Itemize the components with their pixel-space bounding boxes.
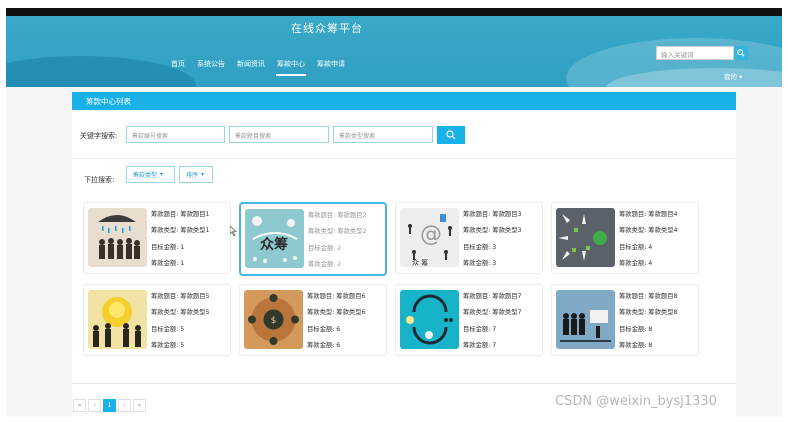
at-sign-people-image: @ 众 筹 — [400, 208, 459, 267]
card-type: 筹款类型: 筹款类型3 — [463, 227, 522, 235]
pagination-page-button[interactable]: 1 — [103, 399, 116, 412]
svg-text:$: $ — [271, 316, 277, 326]
keyword-search-label: 关键字搜索: — [80, 132, 118, 140]
header-search-input[interactable]: 输入关键词 — [656, 46, 734, 60]
card-raised: 筹款金额: 4 — [619, 259, 653, 267]
card-raised: 筹款金额: 3 — [463, 259, 497, 267]
fund-card[interactable]: 筹款题目: 筹款题目8 筹款类型: 筹款类型8 目标金额: 8 筹款金额: 8 — [551, 284, 699, 356]
search-icon — [737, 49, 745, 57]
card-title: 筹款题目: 筹款题目7 — [463, 293, 522, 300]
rain-crowd-image — [88, 208, 147, 267]
card-target: 目标金额: 5 — [151, 325, 185, 333]
card-raised: 筹款金额: 1 — [151, 259, 185, 267]
svg-text:@: @ — [420, 222, 442, 247]
card-title: 筹款题目: 筹款题目8 — [619, 293, 678, 300]
card-raised: 筹款金额: 8 — [619, 341, 653, 349]
card-type: 筹款类型: 筹款类型5 — [151, 309, 210, 317]
mouse-cursor-icon — [229, 221, 237, 240]
crowd-screen-image — [556, 290, 615, 349]
section-header: 筹款中心列表 — [72, 92, 736, 110]
main-nav: 首页 系统公告 新闻资讯 筹款中心 筹款申请 — [170, 59, 346, 76]
card-target: 目标金额: 7 — [463, 325, 497, 333]
card-type: 筹款类型: 筹款类型8 — [619, 309, 678, 317]
pagination-first-button[interactable]: « — [73, 399, 86, 412]
fund-type-search-input[interactable]: 筹款类型搜索 — [333, 126, 433, 143]
nav-announcements[interactable]: 系统公告 — [196, 59, 226, 76]
fund-card[interactable]: $ 筹款题目: 筹款题目6 筹款类型: 筹款类型6 目标金额: 6 筹款金额: … — [239, 284, 387, 356]
sort-dropdown[interactable]: 排序 ▾ — [179, 166, 213, 183]
card-raised: 筹款金额: 7 — [463, 341, 497, 349]
svg-text:众筹: 众筹 — [260, 236, 288, 253]
fund-card[interactable]: 筹款题目: 筹款题目5 筹款类型: 筹款类型5 目标金额: 5 筹款金额: 5 — [83, 284, 231, 356]
pagination-next-button[interactable]: › — [118, 399, 131, 412]
site-header: 在线众筹平台 首页 系统公告 新闻资讯 筹款中心 筹款申请 输入关键词 我的 ▾ — [6, 16, 782, 87]
pagination-prev-button[interactable]: ‹ — [88, 399, 101, 412]
card-type: 筹款类型: 筹款类型1 — [151, 227, 210, 235]
card-title: 筹款题目: 筹款题目1 — [151, 211, 210, 218]
header-search-button[interactable] — [734, 46, 748, 60]
card-type: 筹款类型: 筹款类型4 — [619, 227, 678, 235]
card-target: 目标金额: 4 — [619, 243, 653, 251]
site-title: 在线众筹平台 — [291, 22, 363, 35]
card-type: 筹款类型: 筹款类型6 — [307, 309, 366, 317]
card-raised: 筹款金额: 5 — [151, 341, 185, 349]
nav-news[interactable]: 新闻资讯 — [236, 59, 266, 76]
fund-card[interactable]: 筹款题目: 筹款题目4 筹款类型: 筹款类型4 目标金额: 4 筹款金额: 4 — [551, 202, 699, 274]
card-raised: 筹款金额: 2 — [308, 260, 342, 268]
money-bag-circle-image: $ — [244, 290, 303, 349]
nav-fundraising-apply[interactable]: 筹款申请 — [316, 59, 346, 76]
fund-title-search-input[interactable]: 筹款题目搜索 — [229, 126, 329, 143]
nav-fundraising-center[interactable]: 筹款中心 — [276, 59, 306, 76]
fund-id-search-input[interactable]: 筹款编号搜索 — [126, 126, 225, 143]
card-target: 目标金额: 2 — [308, 244, 342, 252]
svg-text:众 筹: 众 筹 — [412, 258, 428, 267]
fund-card[interactable]: 众筹 筹款题目: 筹款题目2 筹款类型: 筹款类型2 目标金额: 2 筹款金额:… — [239, 202, 387, 276]
hands-money-image — [556, 208, 615, 267]
watermark-text: CSDN @weixin_bysj1330 — [555, 394, 717, 409]
nav-home[interactable]: 首页 — [170, 59, 186, 76]
pagination-last-button[interactable]: » — [133, 399, 146, 412]
card-title: 筹款题目: 筹款题目6 — [307, 293, 366, 300]
fund-card[interactable]: 筹款题目: 筹款题目7 筹款类型: 筹款类型7 目标金额: 7 筹款金额: 7 — [395, 284, 543, 356]
section-title: 筹款中心列表 — [86, 97, 131, 106]
card-title: 筹款题目: 筹款题目5 — [151, 293, 210, 300]
card-title: 筹款题目: 筹款题目4 — [619, 211, 678, 218]
card-target: 目标金额: 3 — [463, 243, 497, 251]
bulb-people-image — [88, 290, 147, 349]
window-top-bar — [6, 8, 782, 16]
my-account-menu[interactable]: 我的 ▾ — [724, 71, 742, 81]
caret-down-icon: ▾ — [201, 171, 205, 178]
card-target: 目标金额: 8 — [619, 325, 653, 333]
zhongchou-text-image: 众筹 — [245, 209, 304, 268]
fund-card[interactable]: @ 众 筹 筹款题目: 筹款题目3 筹款类型: 筹款类型3 目标金额: 3 筹款… — [395, 202, 543, 274]
dropdown-search-label: 下拉搜索: — [84, 176, 115, 184]
card-type: 筹款类型: 筹款类型2 — [308, 228, 367, 236]
fund-type-dropdown[interactable]: 筹款类型 ▾ — [126, 166, 175, 183]
search-icon — [446, 130, 456, 140]
search-button[interactable] — [437, 126, 465, 144]
card-title: 筹款题目: 筹款题目2 — [308, 212, 367, 219]
card-type: 筹款类型: 筹款类型7 — [463, 309, 522, 317]
card-raised: 筹款金额: 6 — [307, 341, 341, 349]
fund-card[interactable]: 筹款题目: 筹款题目1 筹款类型: 筹款类型1 目标金额: 1 筹款金额: 1 — [83, 202, 231, 274]
caret-down-icon: ▾ — [160, 171, 164, 178]
card-title: 筹款题目: 筹款题目3 — [463, 211, 522, 218]
fund-type-dropdown-label: 筹款类型 — [133, 172, 158, 179]
sort-dropdown-label: 排序 — [186, 172, 199, 179]
cycle-arrows-image — [400, 290, 459, 349]
card-target: 目标金额: 6 — [307, 325, 341, 333]
card-target: 目标金额: 1 — [151, 243, 185, 251]
